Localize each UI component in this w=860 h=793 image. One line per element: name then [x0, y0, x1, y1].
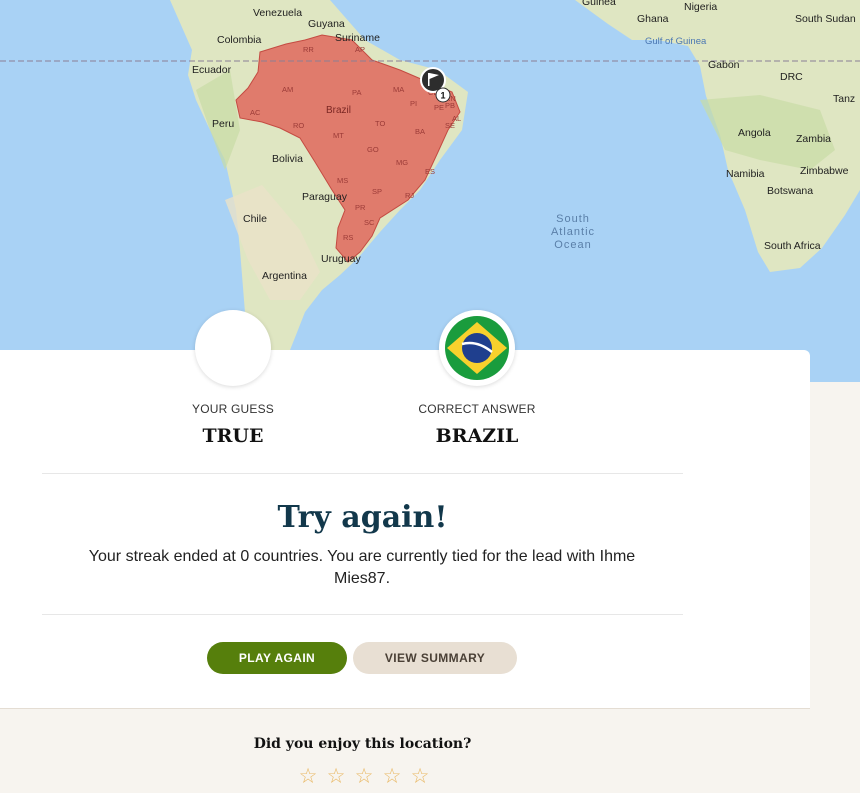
state-label: PA [352, 88, 361, 97]
map-label-ghana: Ghana [637, 13, 669, 25]
divider [42, 473, 683, 474]
star-icon[interactable]: ☆ [378, 765, 406, 787]
map-label-gulf-of-guinea: Gulf of Guinea [645, 36, 707, 47]
star-icon[interactable]: ☆ [322, 765, 350, 787]
map-label-zimbabwe: Zimbabwe [800, 165, 849, 177]
state-label: MT [333, 131, 344, 140]
state-label: MG [396, 158, 408, 167]
state-label: RO [293, 121, 304, 130]
map-label-bolivia: Bolivia [272, 153, 303, 165]
state-label: AM [282, 85, 293, 94]
map-label-argentina: Argentina [262, 270, 307, 282]
result-message: Your streak ended at 0 countries. You ar… [88, 548, 636, 587]
map-label-colombia: Colombia [217, 34, 262, 46]
map-label-south-sudan: South Sudan [795, 13, 856, 25]
guess-flag-circle [195, 310, 271, 386]
correct-answer-value: BRAZIL [435, 425, 519, 447]
correct-answer-label: CORRECT ANSWER [418, 402, 536, 416]
state-label: MS [337, 176, 348, 185]
map-label-guinea: Guinea [582, 0, 616, 8]
map-label-nigeria: Nigeria [684, 1, 717, 13]
play-again-button[interactable]: PLAY AGAIN [207, 642, 347, 674]
result-card: YOUR GUESS TRUE CORRECT ANSWER BRAZIL Tr… [0, 310, 810, 708]
state-label: ES [425, 167, 435, 176]
map-label-guyana: Guyana [308, 18, 345, 30]
map-label-peru: Peru [212, 118, 234, 130]
map-label-brazil: Brazil [326, 105, 351, 116]
state-label: TO [375, 119, 385, 128]
state-label: GO [367, 145, 379, 154]
result-map[interactable]: RR AP AM PA MA CE PI RN PB PE AC RO TO A… [0, 0, 860, 382]
your-guess-label: YOUR GUESS [191, 402, 274, 416]
state-label: PE [434, 103, 444, 112]
state-label: PB [445, 101, 455, 110]
brazil-flag-icon [445, 316, 509, 380]
map-label-gabon: Gabon [708, 59, 740, 71]
state-label: AC [250, 108, 261, 117]
map-label-tanzania: Tanz [833, 93, 855, 105]
map-label-ocean: Ocean [554, 239, 591, 251]
state-label: RR [303, 45, 314, 54]
map-label-suriname: Suriname [335, 32, 380, 44]
state-label: PI [410, 99, 417, 108]
state-label: SP [372, 187, 382, 196]
star-icon[interactable]: ☆ [294, 765, 322, 787]
star-icon[interactable]: ☆ [406, 765, 434, 787]
your-guess-value: TRUE [202, 425, 264, 447]
state-label: PR [355, 203, 366, 212]
map-label-chile: Chile [243, 213, 267, 225]
state-label: RJ [405, 191, 414, 200]
map-label-south-africa: South Africa [764, 240, 821, 252]
map-label-ecuador: Ecuador [192, 64, 232, 76]
map-label-ocean: Atlantic [551, 226, 595, 238]
state-label: MA [393, 85, 404, 94]
map-canvas[interactable]: RR AP AM PA MA CE PI RN PB PE AC RO TO A… [0, 0, 860, 382]
map-label-paraguay: Paraguay [302, 191, 348, 203]
state-label: RS [343, 233, 353, 242]
state-label: SC [364, 218, 375, 227]
star-icon[interactable]: ☆ [350, 765, 378, 787]
state-label: SE [445, 121, 455, 130]
map-label-angola: Angola [738, 127, 771, 139]
map-label-zambia: Zambia [796, 133, 831, 145]
divider [42, 614, 683, 615]
map-label-namibia: Namibia [726, 168, 765, 180]
result-title: Try again! [277, 500, 448, 535]
rating-question: Did you enjoy this location? [253, 736, 472, 752]
answer-flag-circle [439, 310, 515, 386]
marker-number: 1 [440, 91, 445, 101]
map-label-ocean: South [556, 213, 590, 225]
view-summary-button[interactable]: VIEW SUMMARY [353, 642, 517, 674]
map-label-drc: DRC [780, 71, 803, 83]
star-rating[interactable]: ☆ ☆ ☆ ☆ ☆ [294, 765, 434, 787]
state-label: BA [415, 127, 425, 136]
map-label-venezuela: Venezuela [253, 7, 302, 19]
state-label: AP [355, 45, 365, 54]
map-label-botswana: Botswana [767, 185, 813, 197]
rating-section: Did you enjoy this location? ☆ ☆ ☆ ☆ ☆ [0, 708, 810, 793]
map-label-uruguay: Uruguay [321, 253, 361, 265]
